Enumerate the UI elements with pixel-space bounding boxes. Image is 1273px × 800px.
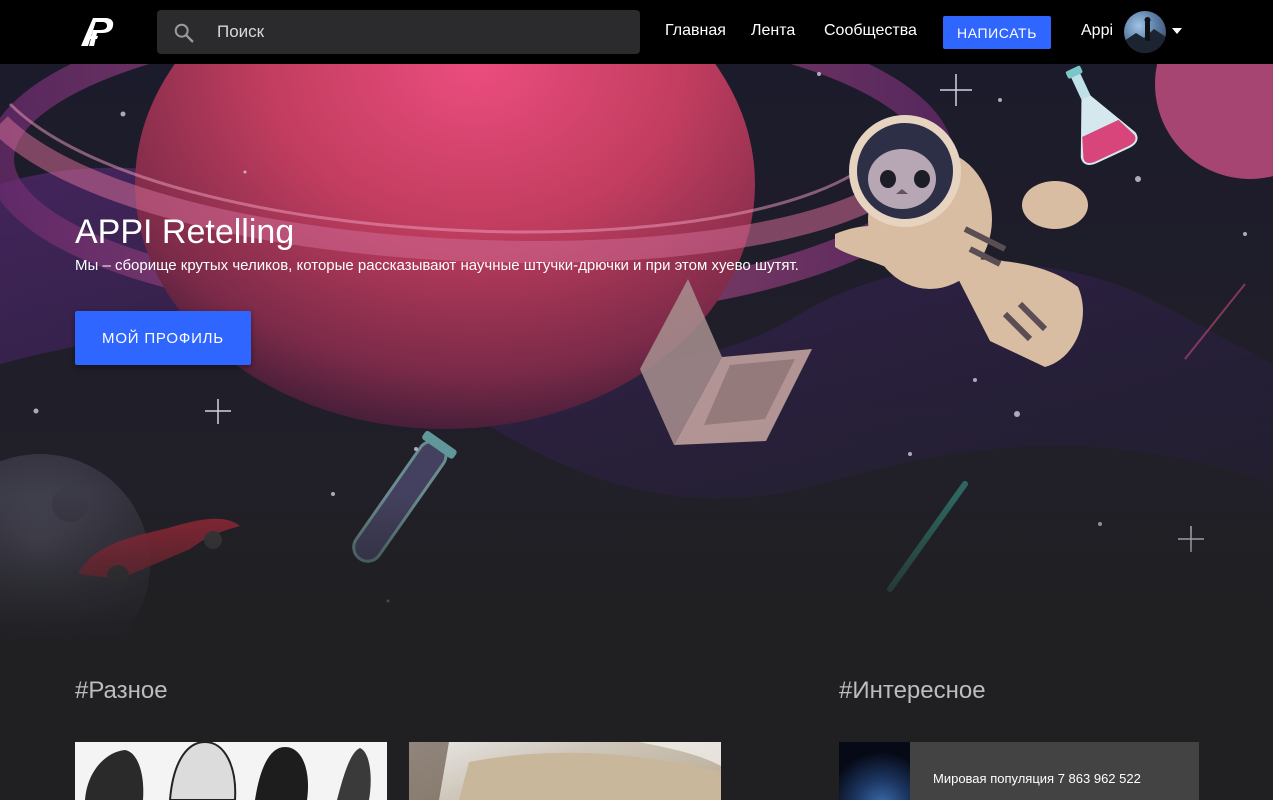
logo-icon — [81, 18, 114, 46]
write-button[interactable]: НАПИСАТЬ — [943, 16, 1051, 49]
hero-title: APPI Retelling — [75, 213, 295, 251]
chevron-down-icon[interactable] — [1172, 28, 1182, 35]
my-profile-button[interactable]: МОЙ ПРОФИЛЬ — [75, 311, 251, 365]
nav-link-home[interactable]: Главная — [665, 22, 726, 40]
search-input[interactable] — [217, 10, 627, 54]
post-card[interactable] — [75, 742, 387, 800]
interesting-card[interactable]: Мировая популяция 7 863 962 522 — [839, 742, 1199, 800]
site-logo[interactable] — [80, 16, 114, 48]
section-title-misc: #Разное — [75, 677, 168, 704]
top-navbar: Главная Лента Сообщества НАПИСАТЬ Appi — [0, 0, 1273, 64]
earth-thumbnail — [839, 742, 910, 800]
avatar-photo-icon — [1124, 17, 1166, 53]
search-icon[interactable] — [173, 22, 195, 44]
user-avatar[interactable] — [1124, 11, 1166, 53]
hero-banner: APPI Retelling Мы – сборище крутых челик… — [0, 64, 1273, 644]
world-population-text: Мировая популяция 7 863 962 522 — [933, 771, 1141, 786]
hero-subtitle: Мы – сборище крутых челиков, которые рас… — [75, 257, 799, 274]
post-card[interactable] — [409, 742, 721, 800]
post-thumbnail — [75, 742, 387, 800]
user-name[interactable]: Appi — [1081, 22, 1113, 40]
nav-link-feed[interactable]: Лента — [751, 22, 795, 40]
post-thumbnail — [409, 742, 721, 800]
nav-link-communities[interactable]: Сообщества — [824, 22, 917, 40]
section-title-interesting: #Интересное — [839, 677, 986, 704]
search-bar — [157, 10, 640, 54]
